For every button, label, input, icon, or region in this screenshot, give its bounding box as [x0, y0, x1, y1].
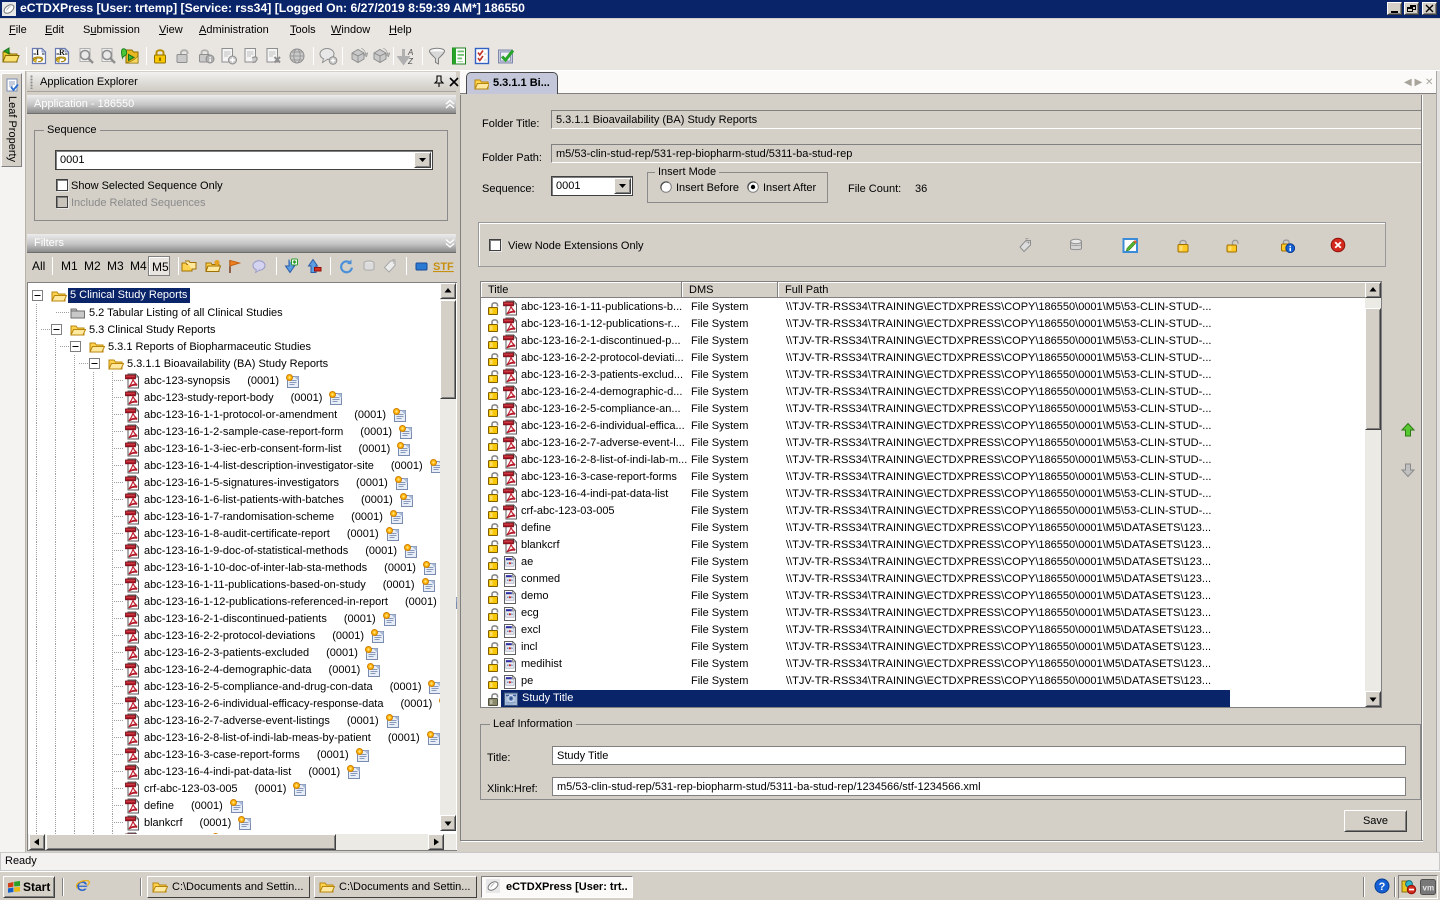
svg-text:Z: Z: [407, 57, 414, 66]
svg-text:STF: STF: [433, 261, 454, 273]
svg-text:T: T: [392, 260, 396, 266]
svg-text:A: A: [407, 48, 413, 57]
svg-text:vm: vm: [1423, 884, 1435, 893]
svg-text:T: T: [1025, 239, 1029, 245]
svg-text:R: R: [59, 48, 65, 57]
svg-text:?: ?: [1379, 881, 1386, 893]
svg-text:I: I: [36, 48, 39, 57]
